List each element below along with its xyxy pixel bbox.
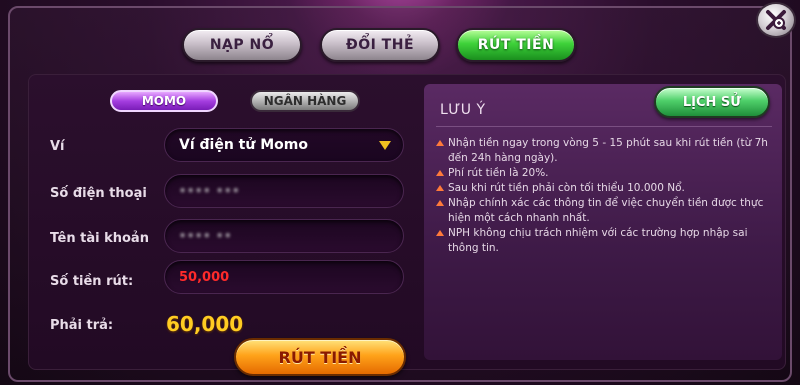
triangle-bullet-icon [436,170,444,176]
wallet-select[interactable]: Ví điện tử Momo [164,128,404,162]
history-button[interactable]: LỊCH SỬ [654,86,770,118]
pay-label: Phải trả: [50,318,114,333]
tab-momo[interactable]: MOMO [110,90,218,112]
close-button[interactable] [756,2,796,38]
withdraw-submit-button[interactable]: RÚT TIỀN [234,338,406,376]
note-item: Nhận tiền ngay trong vòng 5 - 15 phút sa… [436,136,776,166]
wallet-select-value: Ví điện tử Momo [179,137,308,153]
close-zoom-icon [766,10,786,30]
notes-divider [436,126,772,127]
triangle-bullet-icon [436,200,444,206]
withdraw-dialog: NẠP NỔ ĐỔI THẺ RÚT TIỀN MOMO NGÂN HÀNG V… [0,0,800,385]
dropdown-arrow-icon [379,141,391,150]
triangle-bullet-icon [436,185,444,191]
note-item: Nhập chính xác các thông tin để việc chu… [436,196,776,226]
phone-input[interactable]: •••• ••• [164,174,404,208]
amount-value: 50,000 [179,269,230,285]
note-item: Phí rút tiền là 20%. [436,166,776,181]
tab-doi-the[interactable]: ĐỔI THẺ [320,28,440,62]
tab-nap-no[interactable]: NẠP NỔ [182,28,302,62]
wallet-label: Ví [50,139,65,154]
account-name-input[interactable]: •••• •• [164,219,404,253]
notes-title: LƯU Ý [440,102,486,118]
tab-rut-tien[interactable]: RÚT TIỀN [456,28,576,62]
note-item: NPH không chịu trách nhiệm với các trườn… [436,226,776,256]
notes-list: Nhận tiền ngay trong vòng 5 - 15 phút sa… [436,136,776,256]
note-item: Sau khi rút tiền phải còn tối thiểu 10.0… [436,181,776,196]
phone-value: •••• ••• [179,184,241,198]
tab-ngan-hang[interactable]: NGÂN HÀNG [250,90,360,112]
amount-label: Số tiền rút: [50,274,134,289]
account-name-value: •••• •• [179,229,233,243]
phone-label: Số điện thoại [50,186,147,201]
pay-value: 60,000 [166,312,244,336]
triangle-bullet-icon [436,140,444,146]
account-name-label: Tên tài khoản [50,231,149,246]
amount-input[interactable]: 50,000 [164,260,404,294]
triangle-bullet-icon [436,230,444,236]
